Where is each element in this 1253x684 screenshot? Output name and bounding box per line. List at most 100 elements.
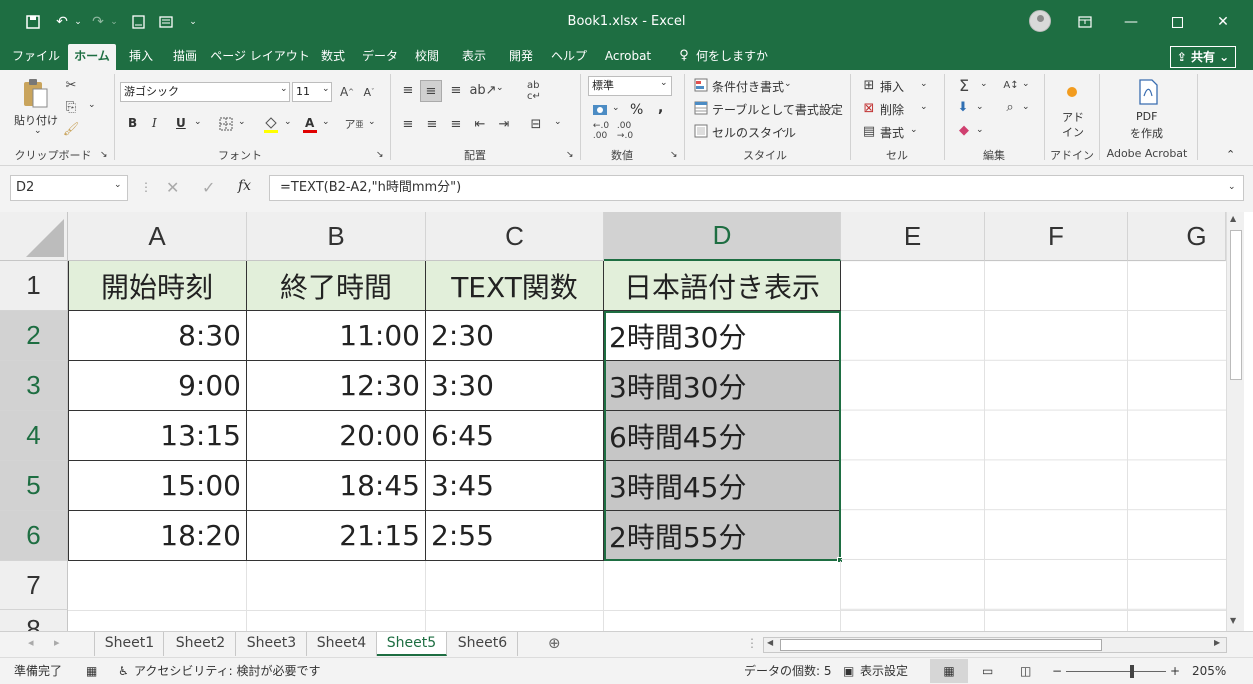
- maximize-icon[interactable]: [1154, 0, 1200, 44]
- fill-icon[interactable]: ⬇: [954, 98, 972, 116]
- bold-button[interactable]: B: [128, 116, 137, 130]
- row-header-5[interactable]: 5: [0, 461, 68, 511]
- conditional-format-icon[interactable]: [692, 76, 710, 94]
- fill-color-dropdown-icon[interactable]: ⌄: [284, 117, 292, 127]
- cell-a4[interactable]: 13:15: [68, 411, 247, 461]
- zoom-slider-thumb[interactable]: [1130, 665, 1134, 678]
- account-avatar[interactable]: [1029, 10, 1051, 32]
- scroll-up-icon[interactable]: ▲: [1230, 214, 1236, 223]
- align-middle-icon[interactable]: ≡: [420, 80, 442, 102]
- sheet-tab-5[interactable]: Sheet5: [377, 632, 447, 656]
- name-box[interactable]: D2: [10, 175, 128, 201]
- vertical-scroll-thumb[interactable]: [1230, 230, 1242, 380]
- merge-center-icon[interactable]: ⊟: [526, 114, 546, 134]
- ribbon-display-icon[interactable]: [1062, 0, 1108, 44]
- font-name-select[interactable]: 游ゴシック: [120, 82, 290, 102]
- share-button[interactable]: ⇪ 共有 ⌄: [1170, 46, 1236, 68]
- tab-formulas[interactable]: 数式: [314, 44, 352, 70]
- insert-cells-icon[interactable]: ⊞: [860, 76, 878, 94]
- create-pdf-label2[interactable]: を作成: [1130, 125, 1163, 141]
- format-table-button[interactable]: テーブルとして書式設定: [712, 101, 843, 118]
- align-left-icon[interactable]: ≡: [398, 114, 418, 134]
- column-header-g[interactable]: G: [1128, 212, 1226, 261]
- tab-draw[interactable]: 描画: [166, 44, 204, 70]
- cell-b3[interactable]: 12:30: [247, 361, 426, 411]
- font-launcher-icon[interactable]: ↘: [376, 150, 384, 160]
- cell-b1[interactable]: 終了時間: [247, 261, 426, 311]
- zoom-in-icon[interactable]: +: [1170, 662, 1180, 680]
- zoom-slider-track[interactable]: [1066, 671, 1166, 672]
- cell-b5[interactable]: 18:45: [247, 461, 426, 511]
- column-header-d[interactable]: D: [604, 212, 841, 261]
- cell-style-icon[interactable]: [692, 122, 710, 140]
- insert-function-icon[interactable]: fx: [238, 178, 251, 194]
- autosum-icon[interactable]: Σ: [954, 75, 974, 95]
- paste-icon[interactable]: [20, 76, 52, 110]
- create-pdf-icon[interactable]: [1136, 78, 1160, 106]
- fill-dropdown-icon[interactable]: ⌄: [976, 102, 984, 112]
- number-launcher-icon[interactable]: ↘: [670, 150, 678, 160]
- cell-c5[interactable]: 3:45: [426, 461, 604, 511]
- decrease-indent-icon[interactable]: ⇤: [470, 114, 490, 134]
- cell-c3[interactable]: 3:30: [426, 361, 604, 411]
- enter-icon[interactable]: ✓: [202, 178, 215, 197]
- row-header-8[interactable]: 8: [0, 610, 68, 631]
- page-layout-view-icon[interactable]: ▭: [982, 662, 993, 680]
- collapse-ribbon-icon[interactable]: ⌃: [1226, 148, 1235, 161]
- cell-a6[interactable]: 18:20: [68, 511, 247, 561]
- align-bottom-icon[interactable]: ≡: [446, 80, 466, 100]
- grow-font-icon[interactable]: A ^: [338, 82, 356, 102]
- borders-icon[interactable]: [216, 114, 236, 134]
- conditional-format-dropdown-icon[interactable]: ⌄: [784, 79, 792, 89]
- format-cells-icon[interactable]: ▤: [860, 122, 878, 140]
- column-header-b[interactable]: B: [247, 212, 426, 261]
- decrease-decimal-icon[interactable]: .00 →.0: [614, 121, 636, 141]
- font-color-icon[interactable]: A: [300, 114, 320, 134]
- row-header-4[interactable]: 4: [0, 411, 68, 461]
- tab-file[interactable]: ファイル: [8, 44, 64, 70]
- delete-cells-button[interactable]: 削除: [880, 101, 904, 118]
- tab-review[interactable]: 校閲: [408, 44, 446, 70]
- cell-d1[interactable]: 日本語付き表示: [604, 261, 841, 311]
- cell-c1[interactable]: TEXT関数: [426, 261, 604, 311]
- fill-color-icon[interactable]: [260, 114, 282, 134]
- column-header-f[interactable]: F: [985, 212, 1128, 261]
- create-pdf-label1[interactable]: PDF: [1136, 110, 1157, 123]
- row-header-1[interactable]: 1: [0, 261, 68, 311]
- phonetic-dropdown-icon[interactable]: ⌄: [368, 117, 376, 127]
- sort-filter-dropdown-icon[interactable]: ⌄: [1022, 79, 1030, 89]
- paste-dropdown-icon[interactable]: ⌄: [34, 126, 42, 136]
- addin-button[interactable]: アド イン: [1058, 110, 1088, 140]
- minimize-icon[interactable]: —: [1108, 0, 1154, 44]
- sheet-tab-4[interactable]: Sheet4: [307, 632, 377, 656]
- sort-filter-icon[interactable]: A↕: [1000, 75, 1022, 95]
- align-top-icon[interactable]: ≡: [398, 80, 418, 100]
- copy-icon[interactable]: ⎘: [62, 98, 80, 116]
- display-settings[interactable]: 表示設定: [860, 662, 908, 680]
- page-break-view-icon[interactable]: ◫: [1020, 662, 1031, 680]
- tab-help[interactable]: ヘルプ: [546, 44, 592, 70]
- clipboard-launcher-icon[interactable]: ↘: [100, 150, 108, 160]
- prev-sheet-icon[interactable]: ◂: [28, 636, 34, 649]
- close-icon[interactable]: ✕: [1200, 0, 1246, 44]
- format-table-dropdown-icon[interactable]: ⌄: [826, 102, 834, 112]
- currency-icon[interactable]: [590, 100, 610, 120]
- next-sheet-icon[interactable]: ▸: [54, 636, 60, 649]
- select-all-corner[interactable]: [0, 212, 68, 261]
- insert-cells-button[interactable]: 挿入: [880, 78, 904, 95]
- row-header-6[interactable]: 6: [0, 511, 68, 561]
- clear-dropdown-icon[interactable]: ⌄: [976, 125, 984, 135]
- accessibility-status[interactable]: アクセシビリティ: 検討が必要です: [134, 662, 321, 680]
- merge-dropdown-icon[interactable]: ⌄: [554, 117, 562, 127]
- tab-view[interactable]: 表示: [452, 44, 496, 70]
- find-select-icon[interactable]: ⌕: [1000, 98, 1020, 116]
- column-header-c[interactable]: C: [426, 212, 604, 261]
- row-header-3[interactable]: 3: [0, 361, 68, 411]
- font-size-dropdown-icon[interactable]: ⌄: [322, 84, 330, 94]
- vertical-scrollbar[interactable]: ▲ ▼: [1226, 212, 1244, 631]
- sheet-tab-6[interactable]: Sheet6: [448, 632, 518, 656]
- zoom-level[interactable]: 205%: [1192, 662, 1226, 680]
- find-dropdown-icon[interactable]: ⌄: [1022, 102, 1030, 112]
- clear-icon[interactable]: ◆: [954, 121, 974, 139]
- cell-b4[interactable]: 20:00: [247, 411, 426, 461]
